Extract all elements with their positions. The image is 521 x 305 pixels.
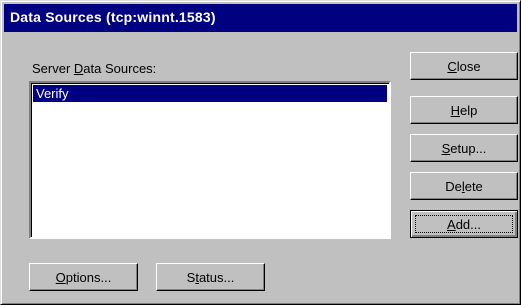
server-data-sources-list[interactable]: Verify — [29, 81, 391, 239]
delete-button[interactable]: De l ete — [410, 172, 518, 200]
options-button[interactable]: Options... — [29, 263, 138, 291]
add-button[interactable]: Add... — [410, 210, 518, 238]
help-button[interactable]: Help — [410, 96, 518, 124]
focus-rectangle — [415, 215, 513, 233]
list-item-verify[interactable]: Verify — [33, 85, 387, 102]
data-sources-dialog: Data Sources (tcp:winnt.1583) Server Dat… — [0, 0, 521, 305]
setup-button[interactable]: Setup... — [410, 134, 518, 162]
close-button[interactable]: Close — [410, 52, 518, 80]
title-bar[interactable]: Data Sources (tcp:winnt.1583) — [4, 4, 517, 32]
window-title: Data Sources (tcp:winnt.1583) — [10, 9, 216, 25]
server-data-sources-label: Server Data Sources: — [32, 61, 157, 76]
status-button[interactable]: St atus... — [156, 263, 265, 291]
